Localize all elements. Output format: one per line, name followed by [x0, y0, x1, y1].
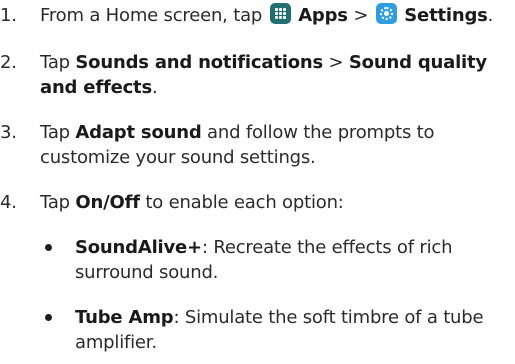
apps-grid-icon: [269, 3, 291, 24]
step-text: Tap On/Off to enable each option:: [40, 192, 344, 213]
option-text: Tube Amp: Simulate the soft timbre of a …: [75, 307, 484, 353]
instructions-document: 1. From a Home screen, tap Apps > Settin…: [0, 0, 515, 364]
on-off-label: On/Off: [75, 192, 140, 213]
settings-gear-icon: [375, 3, 397, 24]
option-name: SoundAlive+: [75, 237, 202, 258]
apps-label: Apps: [298, 5, 348, 26]
bullet-icon: [45, 244, 52, 251]
option-text: SoundAlive+: Recreate the effects of ric…: [75, 237, 453, 283]
step-number: 4.: [0, 192, 17, 213]
menu-sounds-and-notifications: Sounds and notifications: [75, 52, 323, 73]
settings-label: Settings: [404, 5, 488, 26]
step-number: 1.: [0, 5, 17, 26]
step-text: Tap Adapt sound and follow the prompts t…: [40, 122, 435, 168]
step-text: Tap Sounds and notifications > Sound qua…: [40, 52, 487, 98]
option-name: Tube Amp: [75, 307, 174, 328]
step-text: From a Home screen, tap Apps > Settings.: [40, 3, 494, 26]
step-number: 2.: [0, 52, 17, 73]
bullet-icon: [45, 314, 52, 321]
step-number: 3.: [0, 122, 17, 143]
adapt-sound-label: Adapt sound: [75, 122, 202, 143]
